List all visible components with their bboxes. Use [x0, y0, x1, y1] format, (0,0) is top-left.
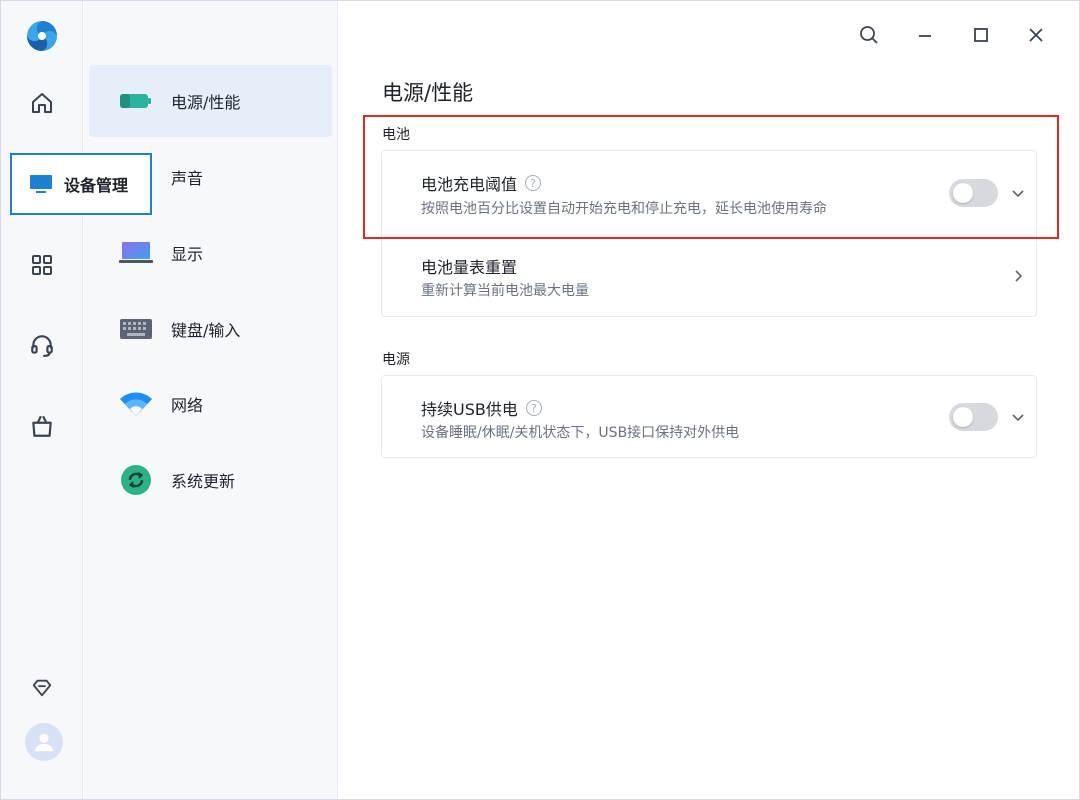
subnav-item-power[interactable]: 电源/性能	[89, 65, 332, 137]
charge-threshold-toggle[interactable]	[949, 179, 998, 207]
subnav-item-label: 声音	[171, 169, 204, 188]
app-logo-icon	[27, 21, 57, 51]
search-icon[interactable]	[855, 21, 883, 49]
store-bag-icon[interactable]	[22, 406, 62, 446]
subnav-item-label: 显示	[171, 245, 204, 264]
chevron-down-icon[interactable]	[1009, 408, 1027, 426]
page-title: 电源/性能	[382, 81, 474, 105]
charge-threshold-row[interactable]: 电池充电阈值 ? 按照电池百分比设置自动开始充电和停止充电，延长电池使用寿命	[382, 151, 1036, 235]
usb-power-row[interactable]: 持续USB供电 ? 设备睡眠/休眠/关机状态下，USB接口保持对外供电	[382, 376, 1036, 459]
usb-power-title-wrap: 持续USB供电 ?	[421, 396, 542, 420]
headset-icon[interactable]	[22, 325, 62, 365]
subnav-item-label: 系统更新	[171, 472, 236, 491]
help-icon[interactable]: ?	[525, 175, 542, 191]
subnav-item-network[interactable]: 网络	[89, 368, 332, 440]
usb-power-toggle[interactable]	[949, 403, 998, 431]
apps-grid-icon[interactable]	[22, 245, 62, 285]
power-settings-card: 持续USB供电 ? 设备睡眠/休眠/关机状态下，USB接口保持对外供电	[381, 375, 1037, 458]
section-label-power: 电源	[382, 352, 410, 368]
maximize-icon[interactable]	[967, 21, 995, 49]
keyboard-icon	[119, 315, 153, 343]
update-icon	[119, 465, 153, 495]
subnav-item-label: 网络	[171, 396, 204, 415]
subnav-item-label: 键盘/输入	[171, 321, 241, 340]
subnav-item-system-update[interactable]: 系统更新	[89, 444, 332, 516]
help-icon[interactable]: ?	[525, 400, 542, 416]
subnav-item-display[interactable]: 显示	[89, 217, 332, 289]
subnav-item-keyboard[interactable]: 键盘/输入	[89, 293, 332, 365]
wifi-icon	[119, 390, 153, 418]
battery-settings-card: 电池充电阈值 ? 按照电池百分比设置自动开始充电和停止充电，延长电池使用寿命 电…	[381, 150, 1037, 317]
section-label-battery: 电池	[382, 127, 410, 143]
subnav-item-label: 电源/性能	[171, 93, 241, 112]
monitor-icon	[30, 175, 52, 193]
chevron-right-icon[interactable]	[1009, 267, 1027, 285]
charge-threshold-title: 电池充电阈值	[421, 175, 518, 194]
home-icon[interactable]	[22, 83, 62, 123]
icon-rail	[1, 1, 83, 799]
gauge-reset-desc: 重新计算当前电池最大电量	[421, 283, 589, 299]
device-management-label: 设备管理	[64, 176, 129, 195]
close-icon[interactable]	[1022, 21, 1050, 49]
usb-power-title: 持续USB供电	[421, 400, 518, 419]
diamond-icon[interactable]	[22, 668, 62, 708]
charge-threshold-desc: 按照电池百分比设置自动开始充电和停止充电，延长电池使用寿命	[421, 201, 827, 217]
charge-threshold-title-wrap: 电池充电阈值 ?	[421, 171, 542, 195]
usb-power-desc: 设备睡眠/休眠/关机状态下，USB接口保持对外供电	[421, 425, 740, 441]
sub-navigation: 电源/性能 声音 显示 键盘/输入 网络 系统更新	[84, 1, 338, 799]
avatar[interactable]	[25, 723, 63, 761]
battery-icon	[119, 87, 153, 115]
laptop-icon	[119, 239, 153, 267]
app-window: 设备管理 电源/性能 声音 显示 键盘/输入 网络 系统更新 电源/性能 电池 …	[0, 0, 1080, 800]
gauge-reset-row[interactable]: 电池量表重置 重新计算当前电池最大电量	[382, 236, 1036, 317]
chevron-down-icon[interactable]	[1009, 184, 1027, 202]
device-management-button[interactable]: 设备管理	[10, 153, 152, 215]
minimize-icon[interactable]	[911, 21, 939, 49]
gauge-reset-title: 电池量表重置	[421, 258, 518, 277]
